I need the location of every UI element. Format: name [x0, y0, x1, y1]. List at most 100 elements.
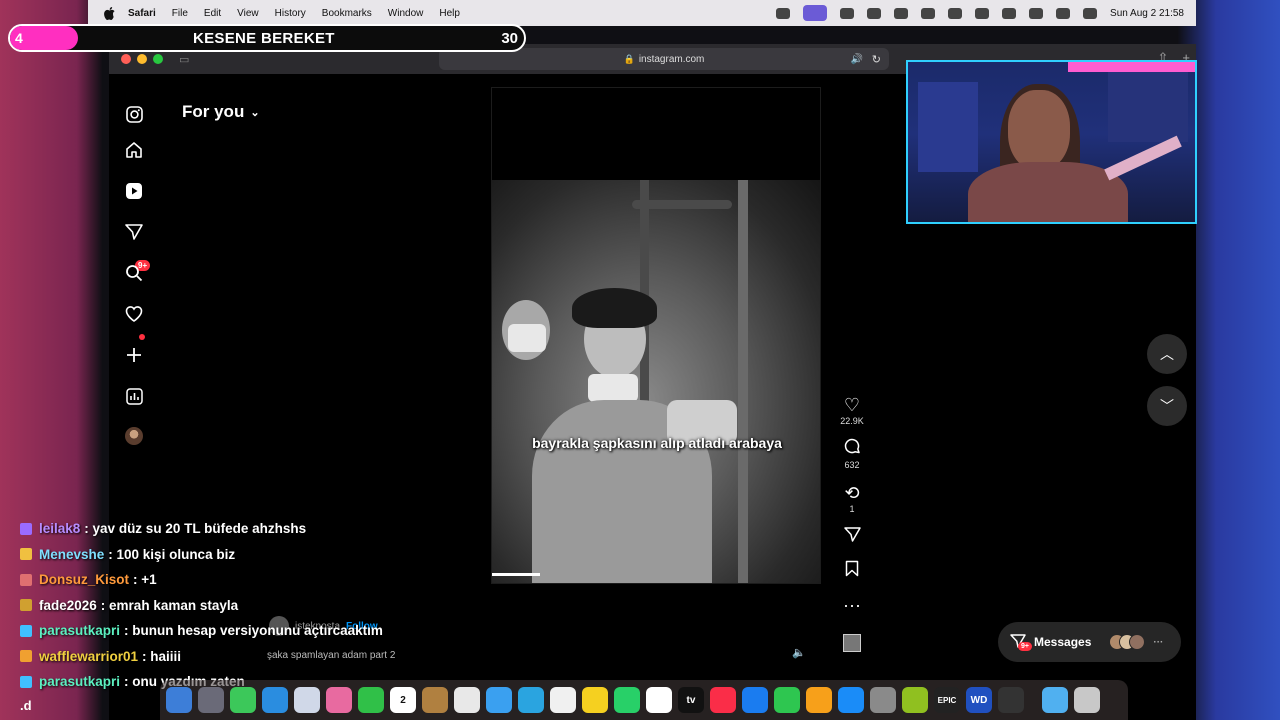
menu-bookmarks[interactable]: Bookmarks: [322, 8, 372, 19]
status-icon-1[interactable]: [776, 7, 791, 19]
send-icon[interactable]: [843, 526, 861, 548]
telegram-icon[interactable]: [518, 687, 544, 713]
epic-games-icon[interactable]: EPIC: [934, 687, 960, 713]
obs-icon[interactable]: [998, 687, 1024, 713]
share-action[interactable]: [843, 526, 861, 548]
calendar-icon[interactable]: 2: [390, 687, 416, 713]
feed-selector[interactable]: For you ⌄: [182, 102, 260, 122]
reminders-icon[interactable]: [454, 687, 480, 713]
trash-icon[interactable]: [1074, 687, 1100, 713]
keynote-icon[interactable]: [742, 687, 768, 713]
notes-folder-icon[interactable]: [422, 687, 448, 713]
messages-app-icon[interactable]: [230, 687, 256, 713]
minecraft-icon[interactable]: [902, 687, 928, 713]
person-hair: [572, 288, 657, 328]
home-icon[interactable]: [122, 138, 146, 162]
macos-dock: 2 tv EPIC WD: [160, 680, 1128, 720]
comment-icon[interactable]: [844, 438, 861, 460]
close-window-button[interactable]: [121, 54, 131, 64]
repost-icon[interactable]: ⟲: [844, 482, 859, 504]
bookmark-icon[interactable]: [845, 560, 859, 582]
menu-help[interactable]: Help: [439, 8, 460, 19]
reload-icon[interactable]: ↻: [872, 53, 881, 66]
more-action[interactable]: ···: [843, 594, 861, 616]
heart-notifications-icon[interactable]: [122, 302, 146, 326]
chat-text: : emrah kaman stayla: [100, 597, 239, 613]
sidebar-toggle-icon[interactable]: ▭: [179, 53, 189, 66]
zoom-window-button[interactable]: [153, 54, 163, 64]
minimize-window-button[interactable]: [137, 54, 147, 64]
menu-window[interactable]: Window: [388, 8, 424, 19]
next-reel-button[interactable]: ﹀: [1147, 386, 1187, 426]
facetime-icon[interactable]: [358, 687, 384, 713]
launchpad-icon[interactable]: [198, 687, 224, 713]
wifi-icon[interactable]: [1029, 7, 1044, 19]
chat-message: wafflewarrior01 : haiiii: [20, 644, 490, 670]
menu-history[interactable]: History: [275, 8, 306, 19]
music-icon[interactable]: [710, 687, 736, 713]
freeform-icon[interactable]: [646, 687, 672, 713]
comment-count: 632: [844, 460, 860, 470]
wd-icon[interactable]: WD: [966, 687, 992, 713]
photos-icon[interactable]: [326, 687, 352, 713]
menu-file[interactable]: File: [172, 8, 188, 19]
more-options-icon[interactable]: ···: [843, 594, 861, 616]
avatar: [1129, 634, 1146, 650]
battery-icon[interactable]: [1002, 7, 1017, 19]
create-plus-icon[interactable]: [122, 343, 146, 367]
cloud-icon[interactable]: [921, 7, 936, 19]
message-avatars: [1109, 634, 1146, 650]
control-center-icon[interactable]: [1083, 7, 1098, 19]
like-action[interactable]: ♡ 22.9K: [840, 394, 864, 426]
safari-icon[interactable]: [486, 687, 512, 713]
mail-icon[interactable]: [262, 687, 288, 713]
search-icon[interactable]: [122, 261, 146, 285]
previous-reel-button[interactable]: ︿: [1147, 334, 1187, 374]
numbers-icon[interactable]: [774, 687, 800, 713]
stream-chat: leilak8 : yav düz su 20 TL büfede ahzhsh…: [20, 516, 490, 695]
audio-thumbnail[interactable]: [843, 634, 861, 652]
face-mask-2: [508, 324, 546, 352]
reel-video[interactable]: bayrakla şapkasını alıp atladı arabaya: [491, 87, 821, 584]
feed-title: For you: [182, 102, 245, 121]
maps-icon[interactable]: [294, 687, 320, 713]
chat-text: : yav düz su 20 TL büfede ahzhshs: [84, 521, 307, 537]
menu-view[interactable]: View: [237, 8, 259, 19]
more-icon: ···: [1153, 636, 1164, 648]
downloads-folder-icon[interactable]: [1042, 687, 1068, 713]
menu-app-name[interactable]: Safari: [128, 8, 156, 19]
menu-clock[interactable]: Sun Aug 2 21:58: [1110, 8, 1184, 19]
instagram-logo-icon[interactable]: [122, 102, 146, 126]
comment-action[interactable]: 632: [844, 438, 861, 470]
profile-avatar[interactable]: [125, 427, 143, 445]
status-icon-7[interactable]: [948, 7, 963, 19]
direct-messages-icon[interactable]: [122, 220, 146, 244]
grid-icon[interactable]: [867, 7, 882, 19]
save-action[interactable]: [845, 560, 859, 582]
play-icon[interactable]: [975, 7, 990, 19]
apple-tv-icon[interactable]: tv: [678, 687, 704, 713]
status-icon-5[interactable]: [894, 7, 909, 19]
repost-action[interactable]: ⟲ 1: [844, 482, 859, 514]
volume-icon[interactable]: 🔈: [792, 646, 806, 659]
notes-icon[interactable]: [582, 687, 608, 713]
status-icon-3[interactable]: [840, 7, 855, 19]
finder-icon[interactable]: [166, 687, 192, 713]
background-shelf-right: [1108, 72, 1188, 142]
reels-icon[interactable]: [122, 179, 146, 203]
status-icon-screen[interactable]: [803, 5, 828, 21]
audio-icon[interactable]: 🔊: [851, 54, 863, 65]
heart-icon[interactable]: ♡: [844, 394, 860, 416]
chrome-icon[interactable]: [550, 687, 576, 713]
video-progress-bar[interactable]: [492, 573, 540, 576]
search-icon[interactable]: [1056, 7, 1071, 19]
system-settings-icon[interactable]: [870, 687, 896, 713]
apple-icon[interactable]: [102, 6, 116, 20]
app-store-icon[interactable]: [838, 687, 864, 713]
messages-button[interactable]: 9+ Messages ···: [998, 622, 1181, 662]
menu-edit[interactable]: Edit: [204, 8, 221, 19]
dashboard-icon[interactable]: [122, 384, 146, 408]
lock-icon: 🔒: [623, 53, 635, 64]
whatsapp-icon[interactable]: [614, 687, 640, 713]
pages-icon[interactable]: [806, 687, 832, 713]
